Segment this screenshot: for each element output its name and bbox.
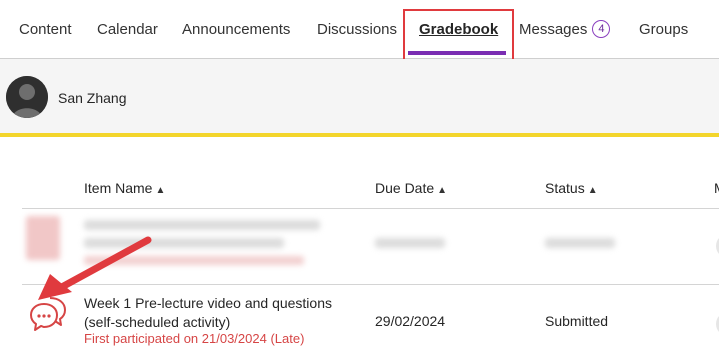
active-tab-indicator: [408, 51, 506, 55]
avatar[interactable]: [6, 76, 48, 118]
student-name: San Zhang: [58, 90, 127, 106]
user-silhouette-icon: [6, 76, 48, 118]
sort-icon: ▲︎: [437, 185, 448, 196]
tab-gradebook-label: Gradebook: [419, 21, 499, 38]
table-row[interactable]: Week 1 Pre-lecture video and questions (…: [22, 286, 719, 354]
column-header-status[interactable]: Status ▲︎: [545, 180, 598, 196]
tab-calendar[interactable]: Calendar: [97, 0, 158, 58]
partial-header-label: M: [714, 180, 719, 196]
tab-content[interactable]: Content: [19, 0, 72, 58]
item-title-link[interactable]: Week 1 Pre-lecture video and questions (…: [84, 294, 334, 332]
column-header-partial[interactable]: M: [714, 180, 719, 196]
blurred-icon: [26, 216, 60, 260]
tab-groups[interactable]: Groups: [639, 0, 688, 58]
participation-note: First participated on 21/03/2024 (Late): [84, 331, 305, 346]
blurred-status: [545, 238, 615, 248]
tab-gradebook[interactable]: Gradebook: [419, 0, 498, 58]
row-divider: [22, 284, 719, 285]
header-divider: [22, 208, 719, 209]
tab-discussions-label: Discussions: [317, 21, 398, 38]
sort-icon: ▲︎: [155, 185, 166, 196]
item-name-header-label: Item Name: [84, 180, 153, 196]
due-date-header-label: Due Date: [375, 180, 435, 196]
feedback-chat-icon[interactable]: [28, 292, 68, 332]
status-cell: Submitted: [545, 313, 609, 329]
tab-announcements[interactable]: Announcements: [182, 0, 290, 58]
course-nav-bar: Content Calendar Announcements Discussio…: [0, 0, 719, 59]
blurred-note-line: [84, 256, 304, 265]
tab-messages[interactable]: Messages 4: [519, 0, 611, 58]
tab-discussions[interactable]: Discussions: [317, 0, 397, 58]
sort-icon: ▲︎: [587, 185, 598, 196]
blurred-title-line: [84, 238, 284, 248]
tab-groups-label: Groups: [639, 21, 689, 38]
messages-count-badge: 4: [592, 20, 611, 38]
column-header-item-name[interactable]: Item Name ▲︎: [84, 180, 165, 196]
status-header-label: Status: [545, 180, 585, 196]
blurred-due-date: [375, 238, 445, 248]
tab-messages-label: Messages: [519, 21, 588, 38]
blurred-title-line: [84, 220, 320, 230]
tab-calendar-label: Calendar: [97, 21, 158, 38]
table-row-blurred[interactable]: [22, 210, 719, 284]
column-header-due-date[interactable]: Due Date ▲︎: [375, 180, 447, 196]
due-date-cell: 29/02/2024: [375, 313, 446, 329]
tab-announcements-label: Announcements: [182, 21, 291, 38]
tab-content-label: Content: [19, 21, 72, 38]
student-header: San Zhang: [0, 59, 719, 137]
